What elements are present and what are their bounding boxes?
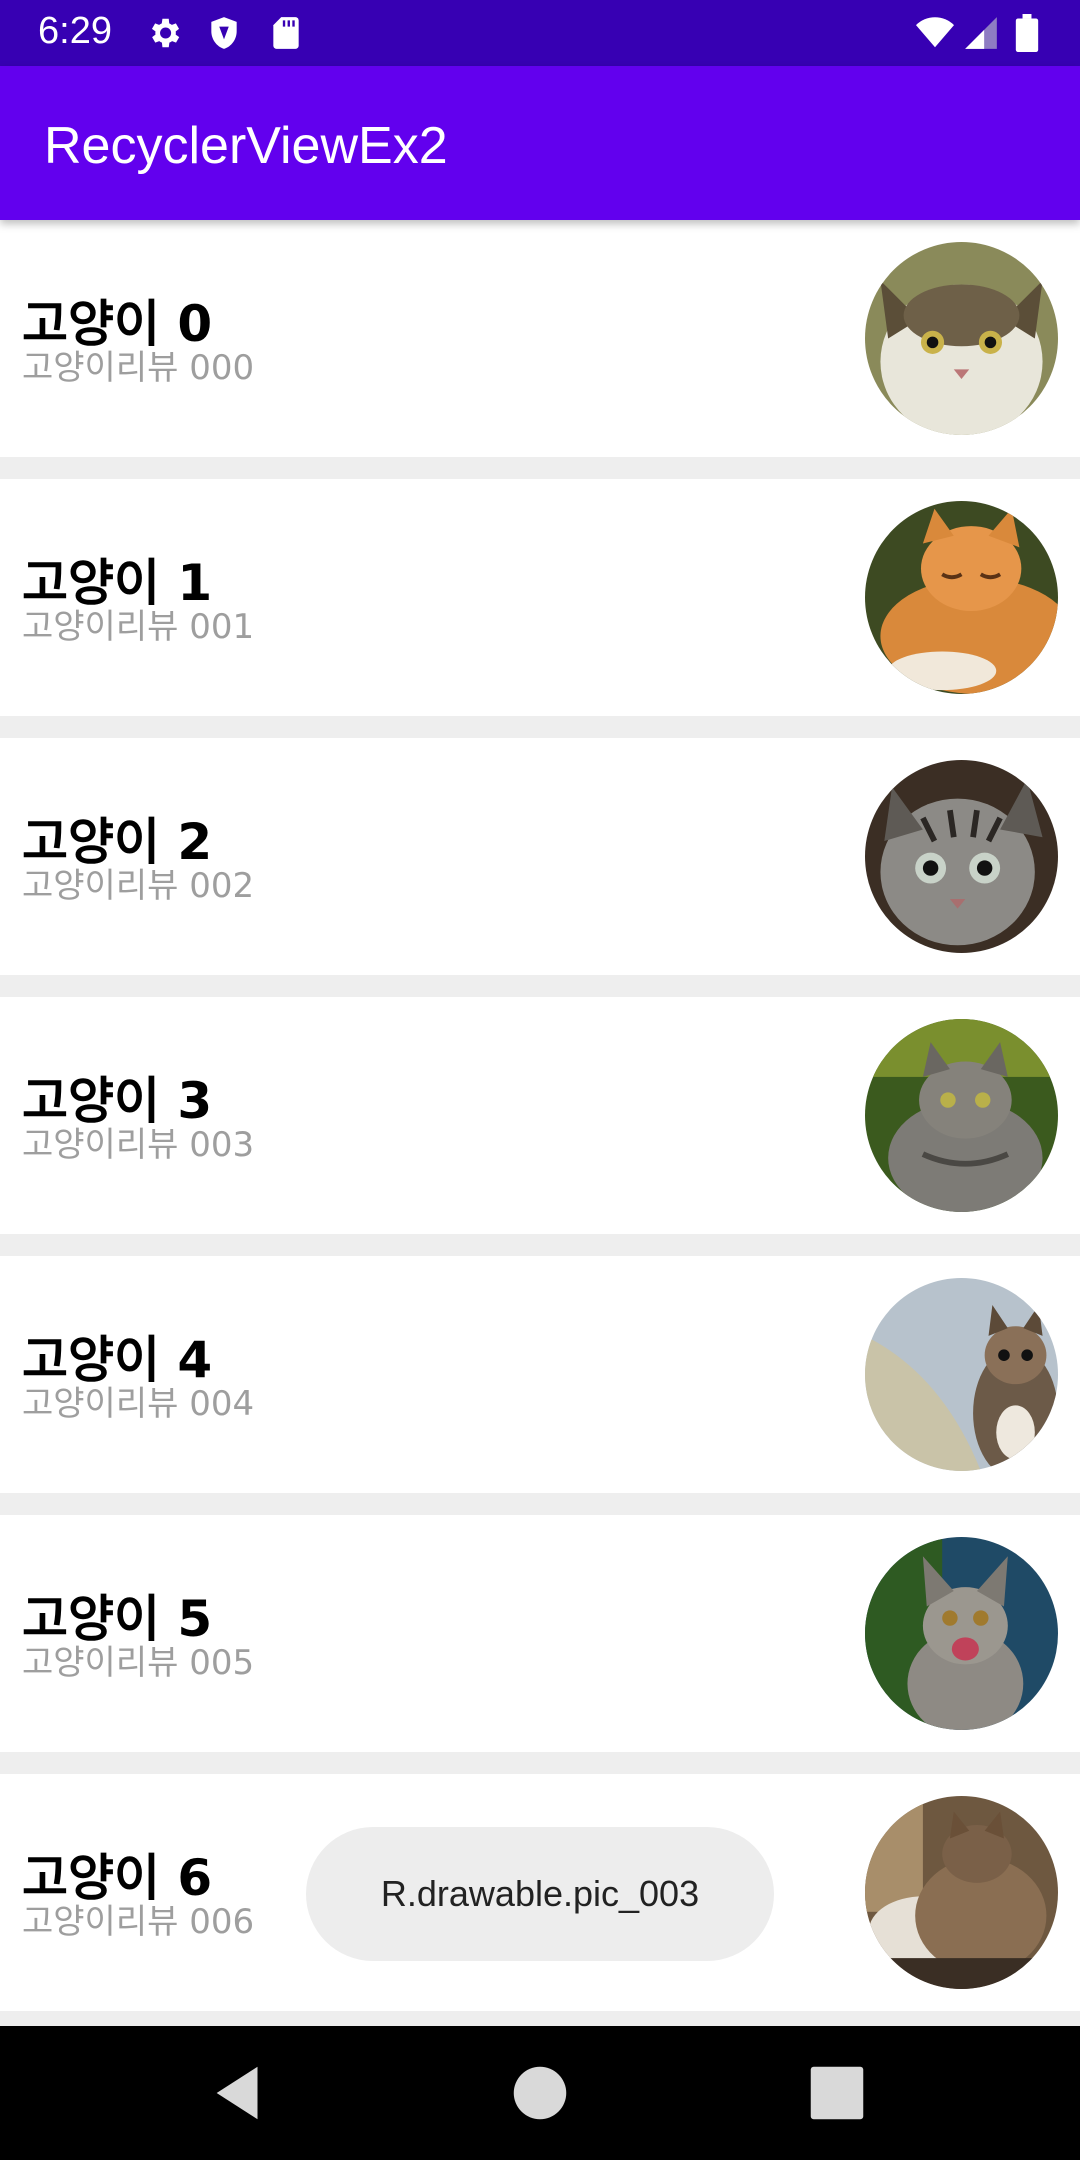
recycler-list[interactable]: 고양이 0 고양이리뷰 000 고양이 1 고양이리뷰 001 고양이 2 고양… (0, 220, 1080, 2020)
list-item[interactable]: 고양이 2 고양이리뷰 002 (0, 738, 1080, 975)
item-subtitle: 고양이리뷰 002 (22, 866, 255, 906)
cat-avatar-image (865, 760, 1058, 953)
status-time: 6:29 (38, 10, 112, 52)
cell-signal-icon (962, 14, 1000, 52)
toast-message: R.drawable.pic_003 (306, 1827, 774, 1961)
navigation-bar (0, 2026, 1080, 2160)
list-item[interactable]: 고양이 3 고양이리뷰 003 (0, 997, 1080, 1234)
item-subtitle: 고양이리뷰 005 (22, 1643, 255, 1683)
cat-avatar-image (865, 1537, 1058, 1730)
back-icon[interactable] (205, 2058, 275, 2128)
item-subtitle: 고양이리뷰 003 (22, 1125, 255, 1165)
list-item[interactable]: 고양이 0 고양이리뷰 000 (0, 220, 1080, 457)
item-subtitle: 고양이리뷰 000 (22, 348, 255, 388)
battery-icon (1010, 14, 1044, 52)
cat-avatar-image (865, 1796, 1058, 1989)
cat-avatar-image (865, 1019, 1058, 1212)
app-bar: RecyclerViewEx2 (0, 66, 1080, 220)
app-title: RecyclerViewEx2 (44, 117, 448, 175)
home-icon[interactable] (505, 2058, 575, 2128)
status-bar: 6:29 (0, 0, 1080, 66)
sd-card-icon (267, 14, 305, 52)
cat-avatar-image (865, 501, 1058, 694)
item-subtitle: 고양이리뷰 006 (22, 1902, 255, 1942)
item-subtitle: 고양이리뷰 004 (22, 1384, 255, 1424)
recents-icon[interactable] (802, 2058, 872, 2128)
gear-icon (145, 14, 183, 52)
list-item[interactable]: 고양이 1 고양이리뷰 001 (0, 479, 1080, 716)
shield-icon (205, 14, 243, 52)
item-subtitle: 고양이리뷰 001 (22, 607, 255, 647)
cat-avatar-image (865, 1278, 1058, 1471)
list-item[interactable]: 고양이 5 고양이리뷰 005 (0, 1515, 1080, 1752)
list-item[interactable]: 고양이 4 고양이리뷰 004 (0, 1256, 1080, 1493)
cat-avatar-image (865, 242, 1058, 435)
wifi-icon (914, 14, 956, 52)
